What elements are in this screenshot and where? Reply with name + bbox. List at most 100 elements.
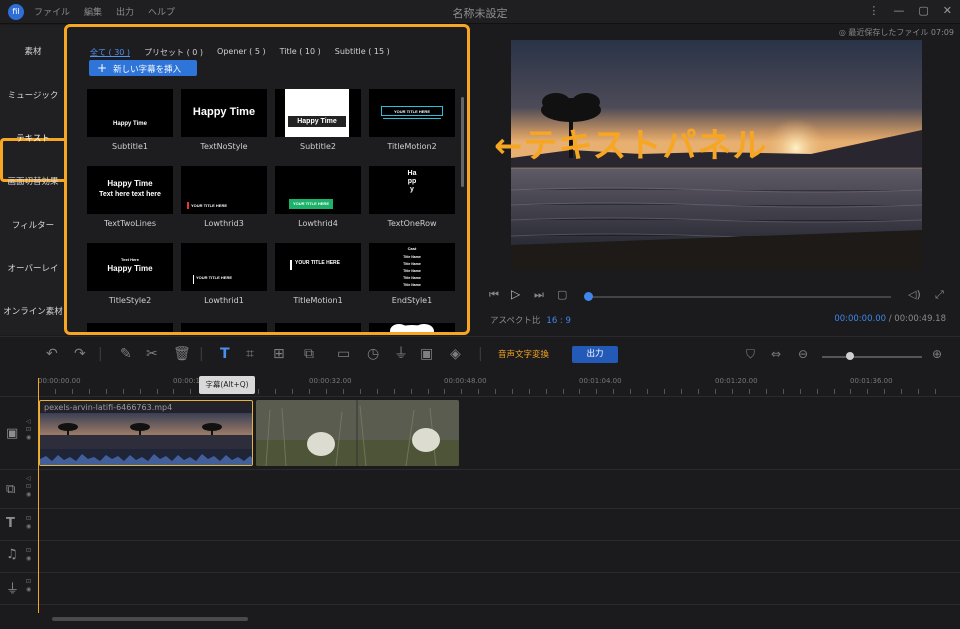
template-name: Lowthrid3 bbox=[204, 219, 244, 228]
tab-subtitle[interactable]: Subtitle ( 15 ) bbox=[335, 47, 390, 58]
sidebar-item-online-media[interactable]: オンライン素材 bbox=[0, 305, 66, 317]
timeline-scrollbar[interactable] bbox=[52, 617, 248, 621]
speech-to-text-button[interactable]: 音声文字変換 bbox=[498, 348, 549, 360]
track-controls[interactable]: ⊡ ◉ bbox=[26, 578, 34, 594]
zoom-out-icon[interactable]: ⊖ bbox=[798, 346, 808, 362]
sidebar-item-media[interactable]: 素材 bbox=[0, 45, 66, 57]
fit-icon[interactable]: ⇔ bbox=[771, 346, 781, 362]
template-tile[interactable] bbox=[87, 323, 173, 332]
template-thumbnail: YOUR TITLE HERE bbox=[181, 166, 267, 214]
template-tile[interactable]: YOUR TITLE HERE Lowthrid3 bbox=[181, 166, 267, 228]
sidebar-item-filters[interactable]: フィルター bbox=[0, 219, 66, 231]
template-preview-text: Happy Time bbox=[113, 121, 147, 127]
template-preview-text: Happy Time bbox=[192, 106, 256, 118]
template-preview-text: YOUR TITLE HERE bbox=[196, 275, 233, 280]
panel-scrollbar[interactable] bbox=[461, 97, 464, 187]
text-panel: 全て ( 30 ) プリセット ( 0 ) Opener ( 5 ) Title… bbox=[64, 24, 470, 335]
template-thumbnail: Happy Time bbox=[275, 89, 361, 137]
playback-progress[interactable] bbox=[587, 296, 891, 298]
zoom-in-icon[interactable]: ⊕ bbox=[932, 346, 942, 362]
track-controls[interactable]: ◁ ⊡ ◉ bbox=[26, 418, 34, 442]
template-tile[interactable]: Happy Time TextNoStyle bbox=[181, 89, 267, 151]
template-tile[interactable]: Happy Time Subtitle1 bbox=[87, 89, 173, 151]
template-name: TitleMotion1 bbox=[293, 296, 343, 305]
text-track-icon: T bbox=[6, 516, 15, 531]
template-name: TextOneRow bbox=[387, 219, 437, 228]
export-button[interactable]: 出力 bbox=[572, 346, 618, 363]
text-tool-icon[interactable]: T bbox=[220, 346, 230, 362]
template-tile[interactable]: Cast Title Name Title Name Title Name Title… bbox=[369, 243, 455, 305]
scissors-icon[interactable]: ✂ bbox=[146, 346, 158, 362]
more-vert-icon[interactable]: ⋮ bbox=[868, 4, 879, 17]
template-name: TextNoStyle bbox=[200, 142, 248, 151]
track-controls[interactable]: ⊡ ◉ bbox=[26, 547, 34, 563]
mosaic-icon[interactable]: ⊞ bbox=[273, 346, 285, 362]
template-preview-text: Text Here bbox=[121, 257, 139, 262]
video-clip[interactable]: pexels-arvin-latifi-6466763.mp4 bbox=[39, 400, 253, 466]
redo-icon[interactable]: ↷ bbox=[74, 346, 86, 362]
progress-knob[interactable] bbox=[584, 292, 593, 301]
marker-icon[interactable]: ⛉ bbox=[746, 346, 755, 362]
track-controls[interactable]: ◁ ⊡ ◉ bbox=[26, 475, 34, 499]
split-screen-icon[interactable]: ⧉ bbox=[304, 346, 314, 362]
template-name: Lowthrid4 bbox=[298, 219, 338, 228]
trash-icon[interactable]: 🗑 bbox=[173, 346, 191, 362]
tab-presets[interactable]: プリセット ( 0 ) bbox=[144, 47, 203, 58]
crop-icon[interactable]: ⌗ bbox=[246, 346, 254, 362]
template-tile[interactable]: Happy Time Text here text here TextTwoLi… bbox=[87, 166, 173, 228]
template-thumbnail bbox=[181, 323, 267, 332]
paint-bucket-icon[interactable]: ◈ bbox=[450, 346, 461, 362]
pen-icon[interactable]: ✎ bbox=[120, 346, 132, 362]
play-icon[interactable]: ▷ bbox=[511, 287, 520, 301]
template-tile[interactable]: Happy TextOneRow bbox=[369, 166, 455, 228]
microphone-icon[interactable]: ⏚ bbox=[394, 346, 408, 362]
subtitle-shortcut-tooltip: 字幕(Alt+Q) bbox=[199, 376, 255, 394]
template-tile[interactable]: YOUR TITLE HERE TitleMotion1 bbox=[275, 243, 361, 305]
template-tile[interactable] bbox=[275, 323, 361, 332]
template-preview-text: YOUR TITLE HERE bbox=[381, 106, 443, 116]
minimize-icon[interactable]: — bbox=[893, 4, 904, 17]
edit-toolbar: ↶ ↷ | ✎ ✂ 🗑 | T ⌗ ⊞ ⧉ ▭ ◷ ⏚ ▣ ◈ | 音声文字変換… bbox=[0, 336, 960, 372]
template-name: Lowthrid1 bbox=[204, 296, 244, 305]
sidebar-item-overlay[interactable]: オーバーレイ bbox=[0, 262, 66, 274]
save-status: ◎ 最近保存したファイル 07:09 bbox=[838, 28, 954, 37]
insert-subtitle-button[interactable]: + 新しい字幕を挿入 bbox=[89, 60, 197, 76]
tab-title[interactable]: Title ( 10 ) bbox=[280, 47, 321, 58]
fullscreen-icon[interactable]: ⤢ bbox=[935, 288, 944, 302]
template-tile[interactable]: YOUR TITLE HERE TitleMotion2 bbox=[369, 89, 455, 151]
speed-icon[interactable]: ◷ bbox=[367, 346, 379, 362]
template-tile[interactable]: YOUR TITLE HERE Lowthrid4 bbox=[275, 166, 361, 228]
zoom-slider[interactable] bbox=[822, 356, 922, 358]
volume-icon[interactable]: ◁) bbox=[908, 288, 921, 301]
template-tile[interactable] bbox=[181, 323, 267, 332]
template-preview-text: Happy Time bbox=[107, 179, 153, 188]
zoom-knob[interactable] bbox=[846, 352, 854, 360]
step-forward-icon[interactable]: ⏭ bbox=[534, 288, 544, 302]
template-thumbnail: Happy Time Text here text here bbox=[87, 166, 173, 214]
video-clip[interactable] bbox=[256, 400, 459, 466]
tab-all[interactable]: 全て ( 30 ) bbox=[90, 47, 130, 58]
template-name: TextTwoLines bbox=[103, 219, 157, 228]
track-controls[interactable]: ⊡ ◉ bbox=[26, 515, 34, 531]
maximize-icon[interactable]: ▢ bbox=[918, 4, 928, 17]
sidebar-item-text[interactable]: テキスト bbox=[0, 132, 66, 144]
step-back-icon[interactable]: ⏮ bbox=[489, 288, 499, 302]
playhead[interactable] bbox=[38, 378, 39, 613]
template-preview-text: Cast bbox=[407, 246, 417, 251]
aspect-ratio[interactable]: アスペクト比 16 : 9 bbox=[490, 314, 571, 326]
sidebar-item-music[interactable]: ミュージック bbox=[0, 89, 66, 101]
sidebar-item-transitions[interactable]: 画面切替効果 bbox=[0, 175, 66, 187]
tab-opener[interactable]: Opener ( 5 ) bbox=[217, 47, 266, 58]
clip-thumbnails bbox=[256, 400, 459, 466]
screen-record-icon[interactable]: ▣ bbox=[420, 346, 433, 362]
template-tile[interactable]: Happy Time Subtitle2 bbox=[275, 89, 361, 151]
template-tile[interactable] bbox=[369, 323, 455, 332]
template-tile[interactable]: YOUR TITLE HERE Lowthrid1 bbox=[181, 243, 267, 305]
undo-icon[interactable]: ↶ bbox=[46, 346, 58, 362]
stop-icon[interactable]: ▢ bbox=[557, 288, 567, 301]
template-name: TitleMotion2 bbox=[387, 142, 437, 151]
template-tile[interactable]: Text Here Happy Time TitleStyle2 bbox=[87, 243, 173, 305]
pip-icon[interactable]: ▭ bbox=[337, 346, 350, 362]
time-ruler[interactable]: 00:00:00.00 00:00:1 00:00:32.00 00:00:48… bbox=[38, 372, 960, 394]
close-icon[interactable]: ✕ bbox=[943, 4, 952, 17]
